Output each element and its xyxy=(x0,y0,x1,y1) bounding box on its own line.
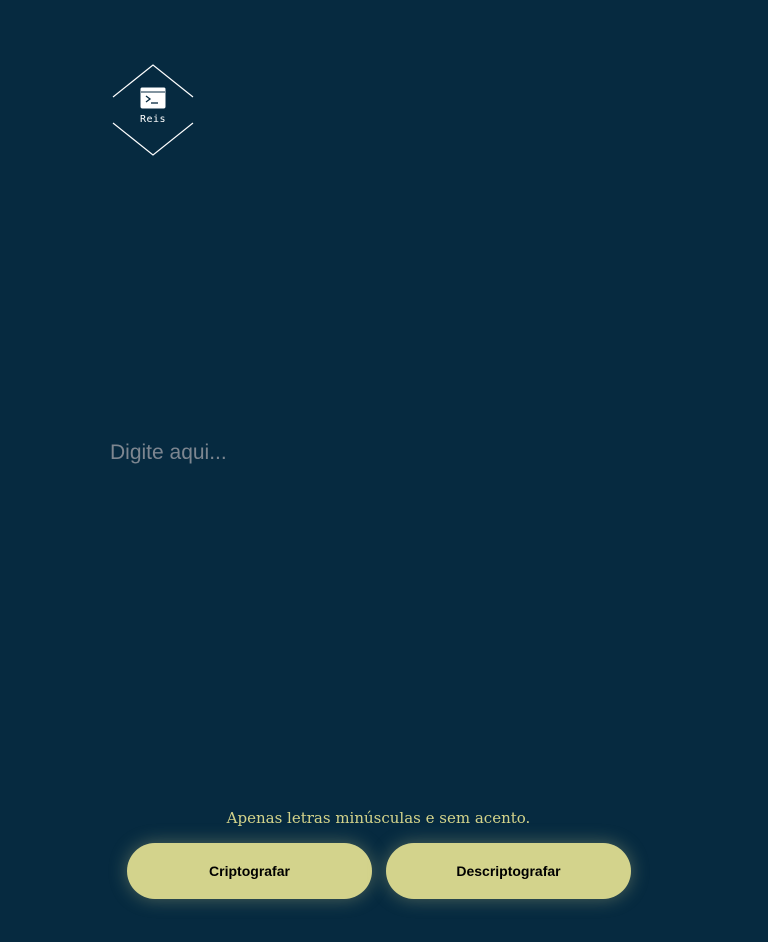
message-input[interactable] xyxy=(110,440,650,770)
encrypt-button[interactable]: Criptografar xyxy=(127,843,372,899)
decrypt-button[interactable]: Descriptografar xyxy=(386,843,631,899)
logo: Reis xyxy=(111,63,195,157)
terminal-icon xyxy=(140,87,166,109)
logo-diamond-outline xyxy=(112,64,194,156)
page: Reis Apenas letras minúsculas e sem acen… xyxy=(0,0,768,942)
input-hint: Apenas letras minúsculas e sem acento. xyxy=(226,809,531,827)
logo-text: Reis xyxy=(139,114,167,125)
